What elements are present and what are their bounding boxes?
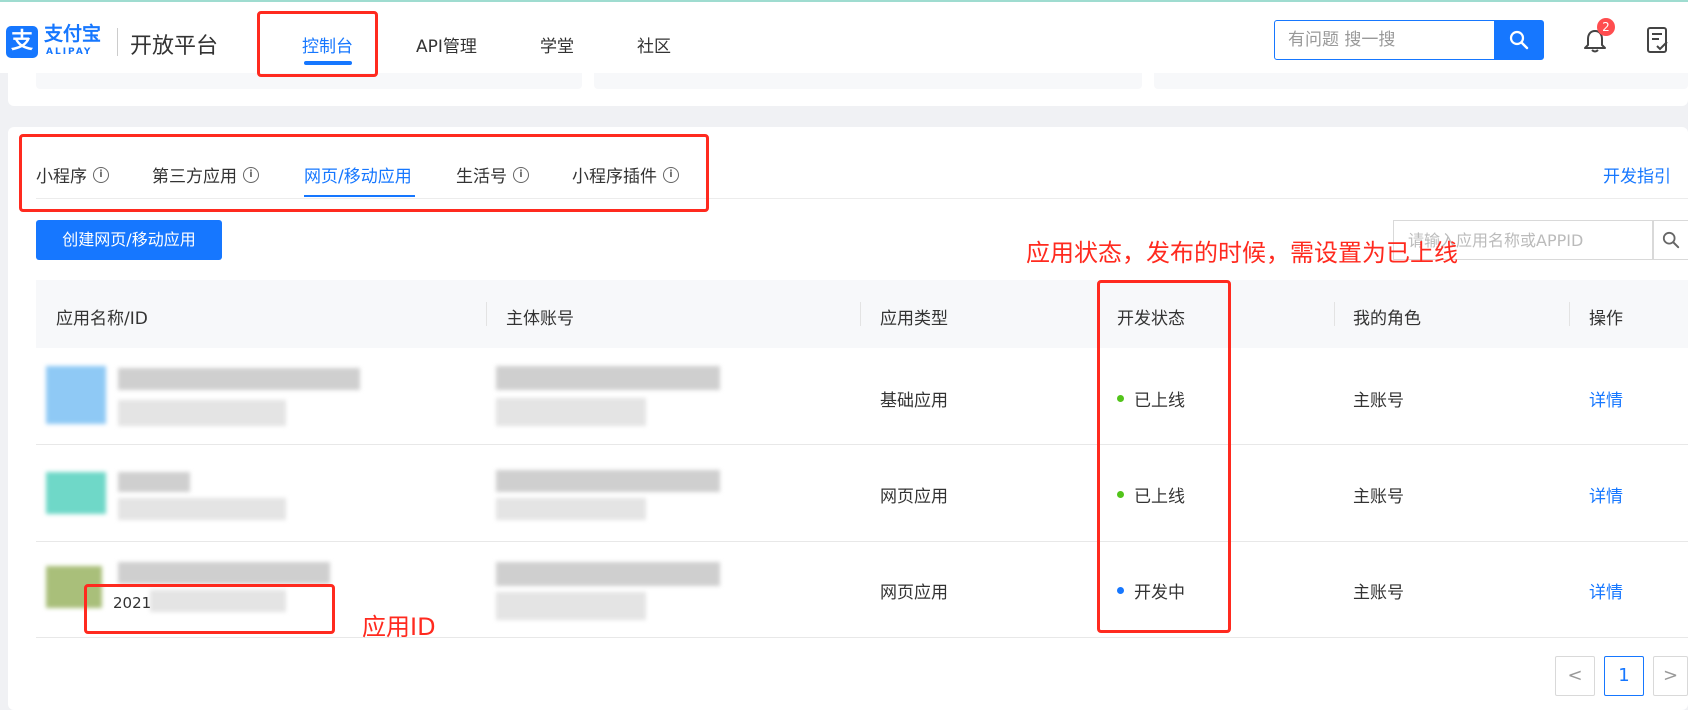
app-name-blurred — [118, 472, 190, 492]
account-blurred — [496, 398, 646, 426]
header-search-input[interactable] — [1276, 22, 1496, 58]
logo-divider — [117, 28, 118, 56]
app-search-button[interactable] — [1653, 220, 1688, 260]
row-divider — [36, 444, 1688, 445]
search-icon — [1662, 231, 1680, 249]
nav-community[interactable]: 社区 — [637, 32, 671, 57]
col-action: 操作 — [1589, 309, 1623, 329]
logo-title: 支付宝 — [44, 23, 102, 45]
annotation-box-app-id — [84, 584, 335, 634]
app-icon-blurred — [46, 472, 106, 514]
column-divider — [486, 302, 487, 326]
detail-link[interactable]: 详情 — [1589, 482, 1623, 507]
document-check-icon[interactable] — [1646, 26, 1670, 54]
row-divider — [36, 637, 1688, 638]
account-blurred — [496, 562, 720, 586]
col-main-account: 主体账号 — [506, 309, 574, 329]
app-icon-blurred — [46, 366, 106, 424]
table-header — [36, 280, 1688, 348]
annotation-status-note: 应用状态，发布的时候，需设置为已上线 — [1026, 239, 1458, 267]
my-role: 主账号 — [1353, 583, 1404, 603]
annotation-id-note: 应用ID — [362, 613, 436, 641]
column-divider — [1334, 302, 1335, 326]
top-header: 支 支付宝 ALIPAY 开放平台 控制台 API管理 学堂 社区 2 — [0, 0, 1688, 73]
app-name-blurred — [118, 368, 360, 390]
detail-link[interactable]: 详情 — [1589, 578, 1623, 603]
next-page-button[interactable]: > — [1653, 656, 1688, 696]
detail-link[interactable]: 详情 — [1589, 386, 1623, 411]
app-id-blurred — [118, 400, 286, 426]
alipay-logo-icon[interactable]: 支 — [6, 26, 38, 58]
my-role: 主账号 — [1353, 487, 1404, 507]
col-my-role: 我的角色 — [1353, 309, 1421, 329]
app-type: 网页应用 — [880, 487, 948, 507]
my-role: 主账号 — [1353, 391, 1404, 411]
notification-badge: 2 — [1597, 18, 1615, 36]
logo-subtitle: ALIPAY — [46, 47, 93, 57]
nav-academy[interactable]: 学堂 — [540, 32, 574, 57]
page-1-button[interactable]: 1 — [1604, 656, 1644, 696]
header-search — [1274, 20, 1544, 60]
overview-cards-partial — [8, 73, 1688, 107]
search-icon — [1509, 30, 1528, 50]
column-divider — [860, 302, 861, 326]
create-app-button[interactable]: 创建网页/移动应用 — [36, 220, 222, 260]
col-app-name: 应用名称/ID — [56, 309, 148, 329]
dev-guide-link[interactable]: 开发指引 — [1603, 162, 1671, 187]
col-app-type: 应用类型 — [880, 309, 948, 329]
account-blurred — [496, 470, 720, 492]
overview-card — [594, 73, 1142, 89]
platform-title: 开放平台 — [130, 34, 219, 59]
annotation-box-tabs — [19, 134, 709, 212]
header-search-button[interactable] — [1494, 21, 1543, 59]
account-blurred — [496, 366, 720, 390]
app-type: 网页应用 — [880, 583, 948, 603]
prev-page-button[interactable]: < — [1555, 656, 1595, 696]
account-blurred — [496, 592, 646, 620]
overview-card — [1154, 73, 1688, 89]
row-divider — [36, 541, 1688, 542]
app-type: 基础应用 — [880, 391, 948, 411]
annotation-box-console — [257, 11, 378, 77]
app-id-blurred — [118, 498, 286, 520]
annotation-box-status — [1097, 280, 1231, 633]
account-blurred — [496, 498, 646, 520]
column-divider — [1569, 302, 1570, 326]
nav-api-management[interactable]: API管理 — [416, 32, 477, 57]
app-name-blurred — [118, 562, 330, 584]
